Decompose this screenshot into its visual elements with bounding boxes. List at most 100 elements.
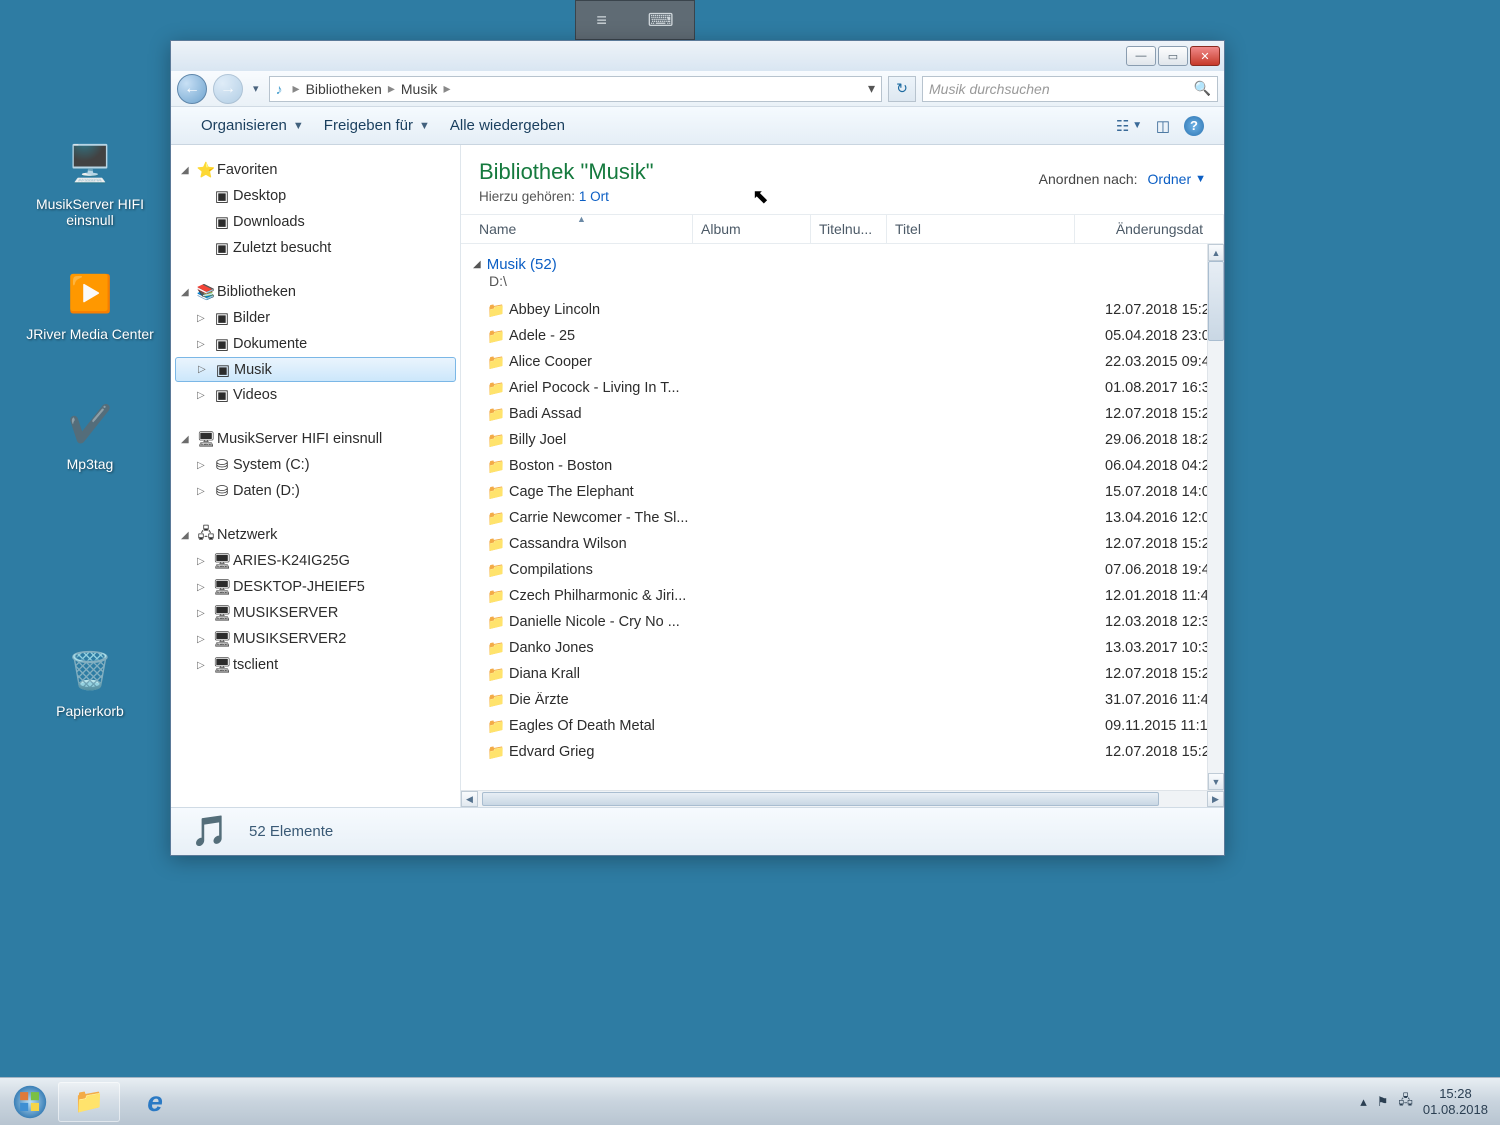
folder-row[interactable]: 📁Carrie Newcomer - The Sl...13.04.2016 1…	[467, 505, 1224, 531]
desktop-icon[interactable]: 🗑️Papierkorb	[15, 645, 165, 719]
system-tray[interactable]: ▴ ⚑ 🖧 15:2801.08.2018	[1360, 1086, 1494, 1117]
maximize-button[interactable]: ▭	[1158, 46, 1188, 66]
nav-item[interactable]: ▣Desktop	[175, 183, 456, 209]
vertical-scrollbar[interactable]: ▲ ▼	[1207, 244, 1224, 790]
taskbar-clock[interactable]: 15:2801.08.2018	[1423, 1086, 1488, 1117]
tray-action-center-icon[interactable]: ⚑	[1377, 1094, 1389, 1110]
desktop-icon[interactable]: ▶️JRiver Media Center	[15, 268, 165, 342]
folder-row[interactable]: 📁Czech Philharmonic & Jiri...12.01.2018 …	[467, 583, 1224, 609]
share-menu[interactable]: Freigeben für▼	[314, 113, 440, 138]
scroll-down-arrow-icon[interactable]: ▼	[1208, 773, 1224, 790]
nav-item[interactable]: ▷▣Bilder	[175, 305, 456, 331]
col-title[interactable]: Titel	[887, 215, 1075, 243]
search-icon[interactable]: 🔍	[1194, 80, 1211, 97]
nav-item[interactable]: ▷⛁System (C:)	[175, 452, 456, 478]
breadcrumb[interactable]: ♪ ▸ Bibliotheken ▸ Musik ▸ ▾	[269, 76, 882, 102]
nav-item[interactable]: ▷▣Dokumente	[175, 331, 456, 357]
col-date[interactable]: Änderungsdat	[1075, 215, 1224, 243]
folder-row[interactable]: 📁Danko Jones13.03.2017 10:3	[467, 635, 1224, 661]
nav-group-header[interactable]: ◢⭐Favoriten	[175, 157, 456, 183]
library-header: Bibliothek "Musik" Hierzu gehören: 1 Ort…	[461, 145, 1224, 214]
col-album[interactable]: Album	[693, 215, 811, 243]
folder-row[interactable]: 📁Diana Krall12.07.2018 15:2	[467, 661, 1224, 687]
folder-row[interactable]: 📁Edvard Grieg12.07.2018 15:2	[467, 739, 1224, 765]
folder-icon: 📁	[487, 562, 509, 579]
breadcrumb-root[interactable]: Bibliotheken	[306, 81, 382, 97]
folder-row[interactable]: 📁Cage The Elephant15.07.2018 14:0	[467, 479, 1224, 505]
nav-group-header[interactable]: ◢📚Bibliotheken	[175, 279, 456, 305]
vscroll-thumb[interactable]	[1208, 261, 1224, 341]
search-input[interactable]: Musik durchsuchen 🔍	[922, 76, 1218, 102]
nav-item[interactable]: ▣Downloads	[175, 209, 456, 235]
start-button[interactable]	[6, 1078, 54, 1125]
nav-item[interactable]: ▷🖥ARIES-K24IG25G	[175, 548, 456, 574]
folder-row[interactable]: 📁Die Ärzte31.07.2016 11:4	[467, 687, 1224, 713]
nav-item[interactable]: ▣Zuletzt besucht	[175, 235, 456, 261]
folder-row[interactable]: 📁Boston - Boston06.04.2018 04:2	[467, 453, 1224, 479]
scroll-left-arrow-icon[interactable]: ◀	[461, 791, 478, 807]
folder-row[interactable]: 📁Ariel Pocock - Living In T...01.08.2017…	[467, 375, 1224, 401]
nav-item[interactable]: ▷⛁Daten (D:)	[175, 478, 456, 504]
desktop-icon[interactable]: 🖥️MusikServer HIFI einsnull	[15, 138, 165, 228]
forward-button[interactable]: →	[213, 74, 243, 104]
status-bar: 🎵 52 Elemente	[171, 807, 1224, 855]
menu-icon[interactable]: ≡	[596, 10, 607, 31]
folder-name: Carrie Newcomer - The Sl...	[509, 510, 1105, 526]
folder-name: Cassandra Wilson	[509, 536, 1105, 552]
preview-pane-button[interactable]: ◫	[1150, 113, 1176, 139]
scroll-right-arrow-icon[interactable]: ▶	[1207, 791, 1224, 807]
nav-item[interactable]: ▷🖥DESKTOP-JHEIEF5	[175, 574, 456, 600]
titlebar[interactable]: — ▭ ✕	[171, 41, 1224, 71]
play-all-button[interactable]: Alle wiedergeben	[440, 113, 575, 138]
nav-item[interactable]: ▷▣Videos	[175, 382, 456, 408]
nav-item[interactable]: ▷🖥tsclient	[175, 652, 456, 678]
folder-name: Edvard Grieg	[509, 744, 1105, 760]
nav-group-header[interactable]: ◢🖧Netzwerk	[175, 522, 456, 548]
folder-row[interactable]: 📁Badi Assad12.07.2018 15:2	[467, 401, 1224, 427]
folder-row[interactable]: 📁Adele - 2505.04.2018 23:0	[467, 323, 1224, 349]
keyboard-icon[interactable]: ⌨	[648, 10, 674, 31]
folder-icon: 📁	[487, 640, 509, 657]
folder-row[interactable]: 📁Abbey Lincoln12.07.2018 15:2	[467, 297, 1224, 323]
minimize-button[interactable]: —	[1126, 46, 1156, 66]
organize-menu[interactable]: Organisieren▼	[191, 113, 314, 138]
arrange-dropdown[interactable]: Ordner▼	[1148, 171, 1206, 187]
recent-locations-dropdown[interactable]: ▾	[249, 82, 263, 95]
folder-row[interactable]: 📁Cassandra Wilson12.07.2018 15:2	[467, 531, 1224, 557]
tray-overflow-icon[interactable]: ▴	[1360, 1094, 1367, 1110]
desktop-icon-label: JRiver Media Center	[15, 326, 165, 342]
folder-row[interactable]: 📁Danielle Nicole - Cry No ...12.03.2018 …	[467, 609, 1224, 635]
tray-network-icon[interactable]: 🖧	[1398, 1091, 1413, 1113]
folder-row[interactable]: 📁Alice Cooper22.03.2015 09:4	[467, 349, 1224, 375]
taskbar-explorer[interactable]: 📁	[58, 1082, 120, 1122]
breadcrumb-leaf[interactable]: Musik	[401, 81, 438, 97]
col-track[interactable]: Titelnu...	[811, 215, 887, 243]
scroll-up-arrow-icon[interactable]: ▲	[1208, 244, 1224, 261]
taskbar-ie[interactable]: e	[124, 1082, 186, 1122]
folder-name: Die Ärzte	[509, 692, 1105, 708]
nav-item[interactable]: ▷🖥MUSIKSERVER2	[175, 626, 456, 652]
folder-icon: 📁	[487, 666, 509, 683]
window-close-button[interactable]: ✕	[1190, 46, 1220, 66]
desktop-icon[interactable]: ✔️Mp3tag	[15, 398, 165, 472]
refresh-button[interactable]: ↻	[888, 76, 916, 102]
folder-row[interactable]: 📁Compilations07.06.2018 19:4	[467, 557, 1224, 583]
taskbar[interactable]: 📁 e ▴ ⚑ 🖧 15:2801.08.2018	[0, 1077, 1500, 1125]
breadcrumb-dropdown[interactable]: ▾	[868, 80, 875, 97]
view-options-button[interactable]: ☷ ▼	[1116, 113, 1142, 139]
folder-row[interactable]: 📁Billy Joel29.06.2018 18:2	[467, 427, 1224, 453]
column-headers[interactable]: ▲ Name Album Titelnu... Titel Änderungsd…	[461, 214, 1224, 244]
nav-item[interactable]: ▷▣Musik	[175, 357, 456, 382]
help-button[interactable]: ?	[1184, 116, 1204, 136]
back-button[interactable]: ←	[177, 74, 207, 104]
horizontal-scrollbar[interactable]: ◀ ▶	[461, 790, 1224, 807]
hscroll-thumb[interactable]	[482, 792, 1159, 806]
nav-group-header[interactable]: ◢🖥MusikServer HIFI einsnull	[175, 426, 456, 452]
nav-item[interactable]: ▷🖥MUSIKSERVER	[175, 600, 456, 626]
remote-session-toolbar[interactable]: ≡ ⌨	[575, 0, 695, 40]
folder-row[interactable]: 📁Eagles Of Death Metal09.11.2015 11:1	[467, 713, 1224, 739]
folder-icon: 📁	[487, 432, 509, 449]
library-locations-link[interactable]: 1 Ort	[579, 189, 609, 204]
group-header[interactable]: ◢Musik (52)	[467, 256, 1224, 273]
desktop-app-icon: 🗑️	[64, 645, 116, 697]
